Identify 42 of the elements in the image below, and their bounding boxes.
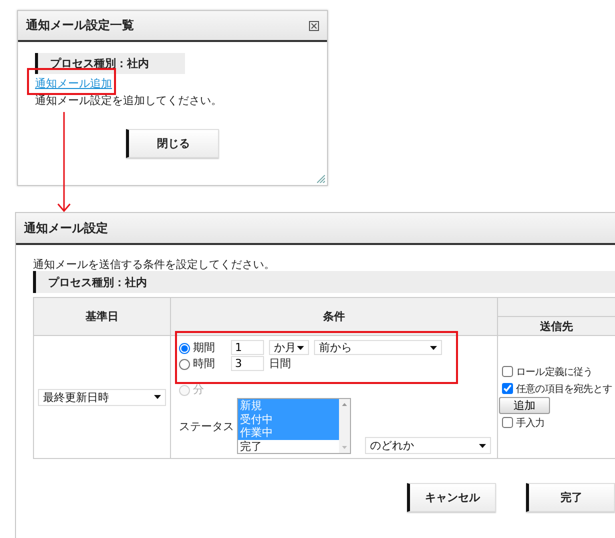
status-label: ステータス — [179, 418, 235, 434]
radio-button[interactable] — [179, 358, 190, 370]
checkbox-label: 任意の項目を宛先とす — [516, 382, 612, 396]
column-header: 送信先 — [498, 316, 615, 336]
caret-icon — [479, 444, 486, 448]
section-header: プロセス種別：社内 — [33, 271, 615, 293]
days-unit-label: 日間 — [269, 356, 292, 371]
direction-select[interactable]: 前から — [314, 340, 442, 355]
unit-select[interactable]: か月 — [269, 340, 309, 355]
status-listbox[interactable]: 新規 受付中 作業中 完了 — [237, 398, 351, 454]
section-header: プロセス種別：社内 — [35, 53, 185, 74]
dialog-button[interactable]: キャンセル — [407, 483, 496, 512]
caret-icon — [297, 346, 304, 350]
column-header: 条件 — [170, 298, 498, 336]
radio-label: 分 — [193, 383, 204, 397]
resize-grip-icon[interactable] — [317, 175, 325, 183]
add-link[interactable]: 通知メール追加 — [35, 77, 112, 91]
days-field[interactable]: 3 — [231, 356, 264, 371]
match-select[interactable]: のどれか — [365, 437, 491, 454]
checkbox[interactable] — [502, 383, 513, 394]
close-button[interactable]: 閉じる — [126, 129, 219, 158]
dialog-title: 通知メール設定 — [24, 220, 108, 236]
list-option[interactable]: 完了 — [238, 440, 339, 453]
instruction-text: 通知メールを送信する条件を設定してください。 — [33, 258, 276, 271]
radio-button[interactable] — [179, 342, 190, 354]
checkbox-label: 手入力 — [516, 416, 545, 430]
base-date-select[interactable]: 最終更新日時 — [38, 388, 166, 406]
column-header: 基準日 — [34, 298, 170, 336]
add-button[interactable]: 追加 — [499, 397, 550, 414]
checkbox[interactable] — [502, 366, 513, 377]
scrollbar[interactable] — [339, 399, 350, 453]
caret-icon — [430, 346, 437, 350]
dialog-button[interactable]: 完了 — [526, 483, 615, 512]
dialog-title: 通知メール設定一覧 — [26, 17, 134, 34]
radio-label: 時間 — [193, 357, 215, 371]
hint-text: 通知メール設定を追加してください。 — [35, 94, 223, 108]
checkbox-label: ロール定義に従う — [516, 366, 593, 378]
close-icon[interactable] — [309, 20, 319, 30]
caret-icon — [154, 395, 161, 399]
radio-label: 期間 — [193, 341, 215, 355]
amount-field[interactable]: 1 — [231, 340, 264, 355]
checkbox[interactable] — [502, 417, 513, 428]
